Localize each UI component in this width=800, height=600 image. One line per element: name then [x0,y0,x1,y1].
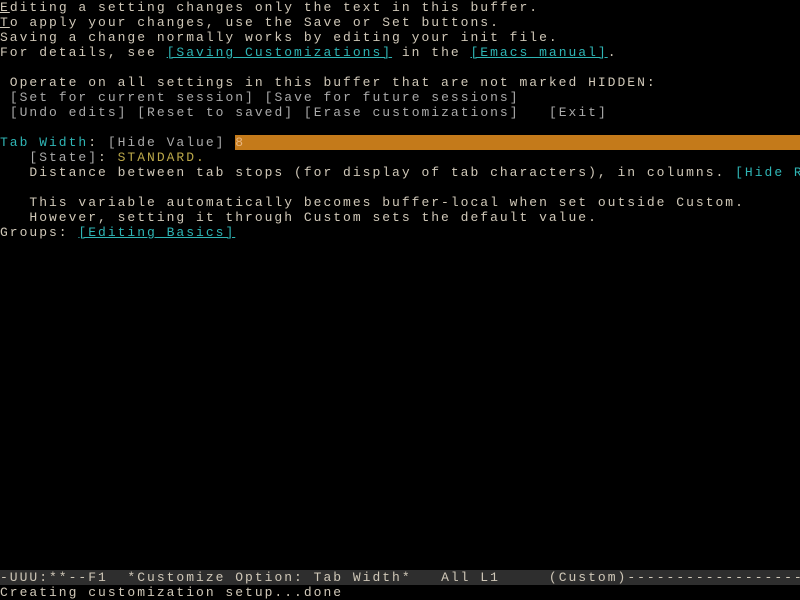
help-line1-first: E [0,0,10,15]
desc-line2: This variable automatically becomes buff… [0,195,745,210]
help-line3: Saving a change normally works by editin… [0,30,559,45]
operate-heading: Operate on all settings in this buffer t… [0,75,657,90]
desc-line3: However, setting it through Custom sets … [0,210,598,225]
help-line2-first: T [0,15,10,30]
help-line2: o apply your changes, use the Save or Se… [10,15,500,30]
state-value: STANDARD. [118,150,206,165]
help-line4c: . [608,45,618,60]
echo-area: Creating customization setup...done [0,585,800,600]
set-button[interactable]: [Set for current session] [10,90,255,105]
help-line4a: For details, see [0,45,167,60]
modeline-position: All L1 [412,570,539,585]
custom-buffer: Editing a setting changes only the text … [0,0,800,240]
help-line4b: in the [392,45,470,60]
state-button[interactable]: [State] [0,150,98,165]
erase-button[interactable]: [Erase customizations] [304,105,520,120]
groups-label: Groups: [0,225,78,240]
link-emacs-manual[interactable]: [Emacs manual] [470,45,607,60]
value-row: Tab Width: [Hide Value] 8 [0,135,800,150]
help-line1: diting a setting changes only the text i… [10,0,539,15]
modeline-buffer-name: *Customize Option: Tab Width* [127,570,411,585]
tab-width-value[interactable]: 8 [235,135,245,150]
option-label: Tab Width [0,135,88,150]
mode-line: -UUU:**--F1 *Customize Option: Tab Width… [0,570,800,585]
modeline-mode: (Custom) [539,570,627,585]
undo-button[interactable]: [Undo edits] [10,105,128,120]
modeline-fill: ------------------------------ [627,570,800,585]
modeline-status: -UUU:**--F1 [0,570,127,585]
save-button[interactable]: [Save for future sessions] [265,90,520,105]
desc-line1: Distance between tab stops (for display … [0,165,735,180]
hide-rest-button[interactable]: [Hide Rest] [735,165,800,180]
hide-value-button[interactable]: [Hide Value] [108,135,226,150]
group-link-editing-basics[interactable]: [Editing Basics] [78,225,235,240]
link-saving-customizations[interactable]: [Saving Customizations] [167,45,392,60]
reset-button[interactable]: [Reset to saved] [137,105,294,120]
exit-button[interactable]: [Exit] [549,105,608,120]
